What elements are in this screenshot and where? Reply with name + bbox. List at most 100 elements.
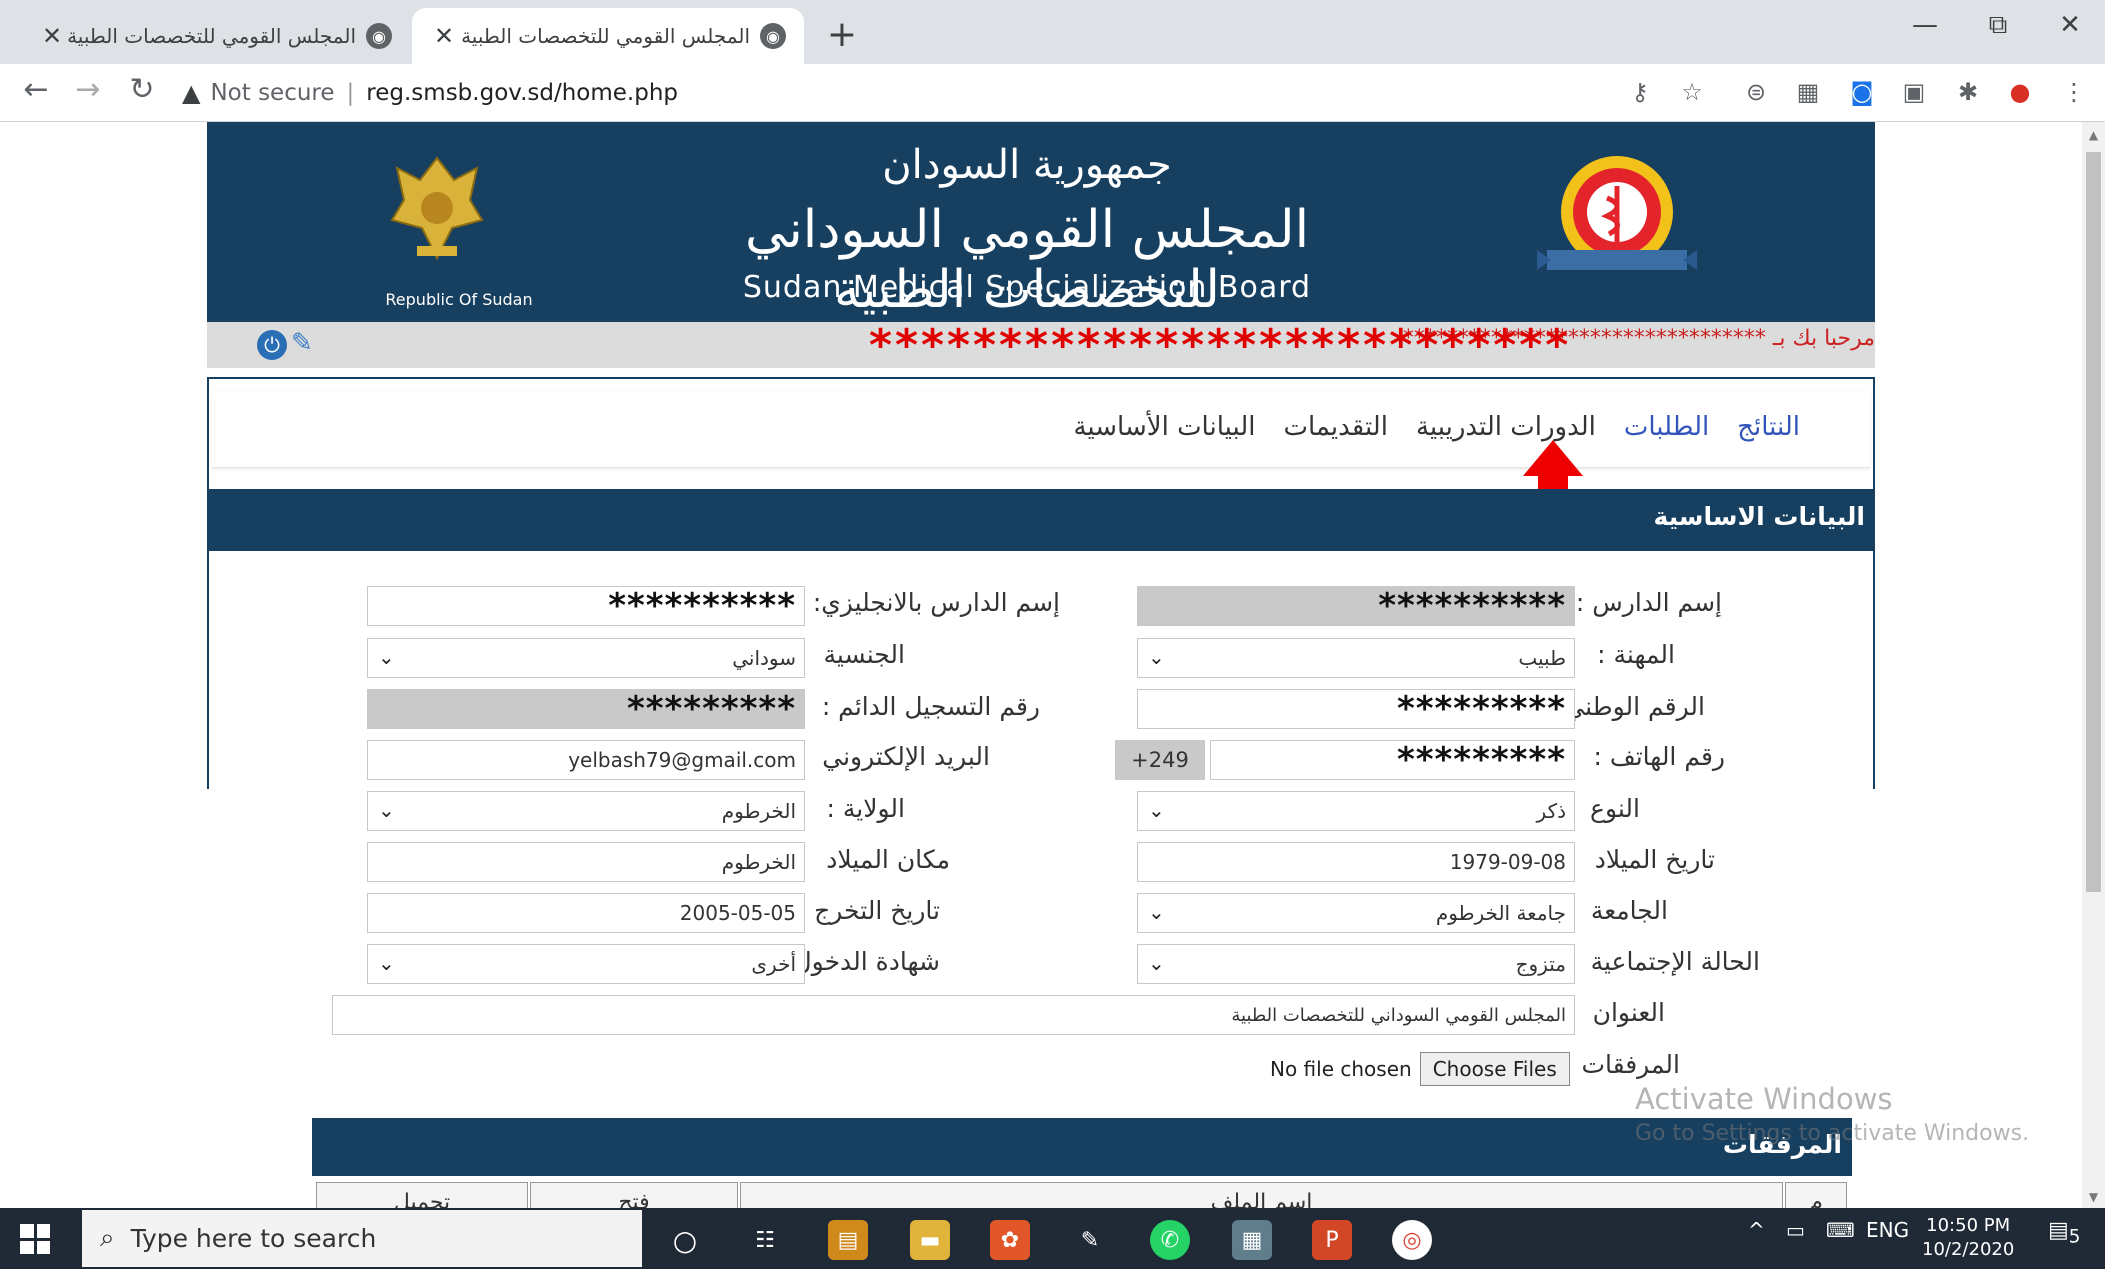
power-icon[interactable]: ⏻: [257, 330, 287, 360]
address-field[interactable]: المجلس القومي السوداني للتخصصات الطبية: [332, 995, 1575, 1035]
choose-files-button[interactable]: Choose Files: [1419, 1052, 1570, 1086]
marital-status-select[interactable]: متزوج ⌄: [1137, 944, 1575, 984]
entry-cert-select[interactable]: أخرى ⌄: [367, 944, 805, 984]
store-icon[interactable]: ▤: [828, 1220, 868, 1260]
menu-item-requests[interactable]: الطلبات: [1624, 412, 1709, 442]
chrome-icon[interactable]: ◎: [1392, 1220, 1432, 1260]
chevron-down-icon: ⌄: [378, 951, 395, 975]
menu-item-applications[interactable]: التقديمات: [1283, 412, 1387, 442]
gender-select[interactable]: ذكر ⌄: [1137, 791, 1575, 831]
section-title: البيانات الاساسية: [1653, 502, 1865, 531]
phone-field[interactable]: *********: [1210, 740, 1575, 780]
keyboard-icon[interactable]: ⌨: [1826, 1218, 1855, 1242]
url-field[interactable]: ▲ Not secure | reg.smsb.gov.sd/home.php: [182, 71, 1622, 115]
file-explorer-icon[interactable]: ▬: [910, 1220, 950, 1260]
network-icon[interactable]: ▭: [1786, 1218, 1805, 1242]
clock-time: 10:50 PM: [1926, 1215, 2011, 1236]
extension-icon[interactable]: ▦: [1792, 76, 1824, 108]
scroll-up-icon[interactable]: ▲: [2082, 128, 2105, 142]
nationality-select[interactable]: سوداني ⌄: [367, 638, 805, 678]
file-upload: No file chosen Choose Files: [1270, 1052, 1570, 1086]
menu-item-basic-data[interactable]: البيانات الأساسية: [1073, 412, 1255, 442]
cortana-icon[interactable]: ○: [665, 1220, 705, 1260]
profession-select[interactable]: طبيب ⌄: [1137, 638, 1575, 678]
minimize-button[interactable]: —: [1895, 10, 1955, 40]
scroll-down-icon[interactable]: ▼: [2082, 1190, 2105, 1204]
windows-taskbar: ⌕ Type here to search ○ ☷ ▤ ▬ ✿ ✎ ✆ ▦ P …: [0, 1208, 2105, 1269]
menu-item-results[interactable]: النتائج: [1737, 412, 1800, 442]
birth-date-value: 1979-09-08: [1449, 850, 1566, 874]
extension-icon[interactable]: ▣: [1898, 76, 1930, 108]
browser-tab-2[interactable]: ◉ المجلس القومي للتخصصات الطبية ✕: [412, 8, 804, 64]
tray-chevron-icon[interactable]: ^: [1748, 1218, 1765, 1242]
app-icon[interactable]: ✿: [990, 1220, 1030, 1260]
reload-icon[interactable]: ↻: [122, 72, 162, 107]
birth-place-field[interactable]: الخرطوم: [367, 842, 805, 882]
new-tab-button[interactable]: +: [822, 14, 862, 55]
scroll-thumb[interactable]: [2086, 152, 2101, 892]
address-value: المجلس القومي السوداني للتخصصات الطبية: [1231, 1004, 1566, 1026]
student-name-value: **********: [1378, 586, 1566, 626]
restore-button[interactable]: ⧉: [1968, 10, 2028, 41]
redacted-name-stars: ***************************: [869, 320, 1572, 371]
profession-value: طبيب: [1518, 646, 1566, 670]
profile-avatar[interactable]: ●: [2004, 76, 2036, 108]
notification-count: 5: [2068, 1226, 2081, 1248]
state-label: الولاية :: [826, 794, 905, 823]
star-icon[interactable]: ☆: [1676, 76, 1708, 108]
graduation-date-label: تاريخ التخرج: [814, 896, 940, 925]
menu-item-training-courses[interactable]: الدورات التدريبية: [1416, 412, 1596, 442]
birth-place-value: الخرطوم: [721, 850, 796, 874]
address-label: العنوان: [1592, 998, 1665, 1027]
student-name-field[interactable]: **********: [1137, 586, 1575, 626]
extension-icon[interactable]: ◙: [1846, 76, 1878, 108]
search-placeholder: Type here to search: [130, 1224, 377, 1253]
sudan-emblem-icon: [390, 156, 484, 261]
table-header-open: فتح: [530, 1182, 738, 1208]
birth-place-label: مكان الميلاد: [826, 845, 950, 874]
warning-icon: ▲: [182, 79, 201, 107]
smsb-logo-icon: [1537, 156, 1697, 270]
key-icon[interactable]: ⚷: [1624, 76, 1656, 108]
powerpoint-icon[interactable]: P: [1312, 1220, 1352, 1260]
table-header-download: تحميل: [316, 1182, 528, 1208]
settings-key-icon[interactable]: ✎: [291, 328, 313, 358]
extension-icon[interactable]: ⊜: [1740, 76, 1772, 108]
close-icon[interactable]: ✕: [430, 22, 458, 50]
menu-list: البيانات الأساسية التقديمات الدورات التد…: [1073, 412, 1800, 442]
student-name-en-field[interactable]: **********: [367, 586, 805, 626]
forward-arrow-icon[interactable]: →: [68, 72, 108, 107]
whatsapp-icon[interactable]: ✆: [1150, 1220, 1190, 1260]
email-field[interactable]: yelbash79@gmail.com: [367, 740, 805, 780]
close-window-button[interactable]: ✕: [2040, 10, 2100, 40]
main-menu: البيانات الأساسية التقديمات الدورات التد…: [212, 392, 1870, 468]
language-indicator[interactable]: ENG: [1866, 1218, 1909, 1242]
welcome-bar: ⏻ ✎ مرحبا بك بـ ************************…: [207, 322, 1875, 368]
birth-date-field[interactable]: 1979-09-08: [1137, 842, 1575, 882]
paint-icon[interactable]: ✎: [1070, 1220, 1110, 1260]
notification-icon[interactable]: ▤5: [2048, 1218, 2080, 1247]
phone-country-code: +249: [1115, 740, 1205, 780]
browser-tab-1[interactable]: ◉ المجلس القومي للتخصصات الطبية ✕: [20, 8, 410, 64]
university-select[interactable]: جامعة الخرطوم ⌄: [1137, 893, 1575, 933]
entry-cert-value: أخرى: [751, 952, 796, 976]
chevron-down-icon: ⌄: [1148, 900, 1165, 924]
task-view-icon[interactable]: ☷: [745, 1220, 785, 1260]
banner-arabic-line1: جمهورية السودان: [882, 142, 1172, 188]
tab-strip: ◉ المجلس القومي للتخصصات الطبية ✕ ◉ المج…: [0, 0, 2105, 64]
permanent-reg-value: *********: [626, 689, 796, 729]
university-label: الجامعة: [1590, 896, 1668, 925]
state-select[interactable]: الخرطوم ⌄: [367, 791, 805, 831]
page-scrollbar[interactable]: ▲ ▼: [2082, 122, 2105, 1208]
national-id-field[interactable]: *********: [1137, 689, 1575, 729]
graduation-date-field[interactable]: 2005-05-05: [367, 893, 805, 933]
windows-start-icon[interactable]: [20, 1224, 50, 1254]
close-icon[interactable]: ✕: [38, 22, 66, 50]
taskbar-search-input[interactable]: ⌕ Type here to search: [82, 1210, 642, 1267]
permanent-reg-field[interactable]: *********: [367, 689, 805, 729]
menu-dots-icon[interactable]: ⋮: [2058, 76, 2090, 108]
puzzle-icon[interactable]: ✱: [1952, 76, 1984, 108]
back-arrow-icon[interactable]: ←: [16, 72, 56, 107]
clock[interactable]: 10:50 PM 10/2/2020: [1922, 1214, 2014, 1262]
calculator-icon[interactable]: ▦: [1232, 1220, 1272, 1260]
